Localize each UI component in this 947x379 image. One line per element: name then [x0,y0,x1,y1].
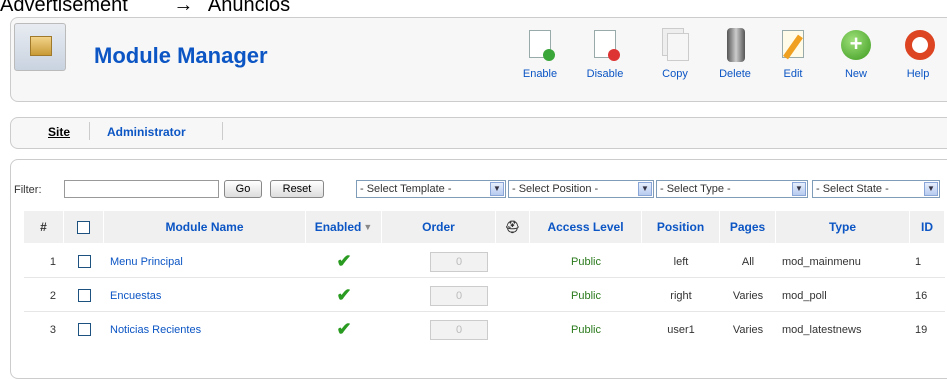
order-input[interactable]: 0 [430,285,488,306]
reset-button[interactable]: Reset [270,180,324,198]
check-all-checkbox[interactable] [77,220,90,234]
col-num: # [24,211,64,243]
new-icon: + [839,28,873,62]
chevron-down-icon: ▼ [638,182,652,196]
chevron-down-icon: ▼ [490,182,504,196]
submenu-separator [89,122,90,140]
access-level-link[interactable]: Public [571,290,601,302]
module-link[interactable]: Encuestas [110,290,161,302]
copy-button[interactable]: Copy [650,28,700,88]
module-link[interactable]: Noticias Recientes [110,324,201,336]
table-row: 1 Menu Principal ✔ 0 Public left All mod… [24,245,945,278]
breadcrumb-left: Advertisement [0,0,128,16]
help-button[interactable]: Help [893,28,943,88]
disable-icon [588,28,622,62]
col-position[interactable]: Position [642,211,720,243]
col-checkall[interactable] [64,211,104,243]
new-button[interactable]: + New [831,28,881,88]
chevron-down-icon: ▼ [924,182,938,196]
breadcrumb-right: Anuncios [207,0,291,16]
row-checkbox[interactable] [77,289,91,302]
enable-icon [523,28,557,62]
go-button[interactable]: Go [224,180,262,198]
delete-button[interactable]: Delete [710,28,760,88]
col-access-level[interactable]: Access Level [530,211,642,243]
checkmark-icon[interactable]: ✔ [336,251,351,272]
breadcrumb: Advertisement → Anuncios [0,0,290,16]
row-checkbox[interactable] [77,323,91,336]
checkmark-icon[interactable]: ✔ [336,285,351,306]
edit-icon [776,28,810,62]
col-type[interactable]: Type [776,211,910,243]
page-title: Module Manager [94,43,268,68]
chevron-down-icon: ▼ [792,182,806,196]
col-save-order[interactable]: ⛑ [496,211,530,243]
disable-button[interactable]: Disable [580,28,630,88]
access-level-link[interactable]: Public [571,256,601,268]
checkmark-icon[interactable]: ✔ [336,319,351,340]
enable-button[interactable]: Enable [515,28,565,88]
state-select[interactable]: - Select State - ▼ [812,180,940,198]
edit-button[interactable]: Edit [768,28,818,88]
position-select[interactable]: - Select Position - ▼ [508,180,654,198]
module-manager-logo-icon [14,23,66,71]
help-icon [901,28,935,62]
access-level-link[interactable]: Public [571,324,601,336]
copy-icon [658,28,692,62]
table-row: 3 Noticias Recientes ✔ 0 Public user1 Va… [49,319,928,340]
submenu-separator [222,122,223,140]
col-module-name[interactable]: Module Name [104,211,306,243]
module-link[interactable]: Menu Principal [110,256,183,268]
table-row: 2 Encuestas ✔ 0 Public right Varies mod_… [24,279,945,312]
arrow-icon: → [173,0,194,16]
tab-site[interactable]: Site [48,125,70,139]
save-order-icon[interactable]: ⛑ [505,220,520,234]
col-pages[interactable]: Pages [720,211,776,243]
order-input[interactable]: 0 [430,251,488,272]
row-checkbox[interactable] [77,255,91,268]
filter-label: Filter: [14,184,42,196]
delete-icon [718,28,752,62]
col-id[interactable]: ID [910,211,945,243]
col-order[interactable]: Order [382,211,496,243]
order-input[interactable]: 0 [430,319,488,340]
col-enabled[interactable]: Enabled ▼ [306,211,382,243]
tab-administrator[interactable]: Administrator [107,125,186,139]
filter-input[interactable] [64,180,219,198]
sort-desc-icon: ▼ [363,222,373,232]
template-select[interactable]: - Select Template - ▼ [356,180,506,198]
type-select[interactable]: - Select Type - ▼ [656,180,808,198]
